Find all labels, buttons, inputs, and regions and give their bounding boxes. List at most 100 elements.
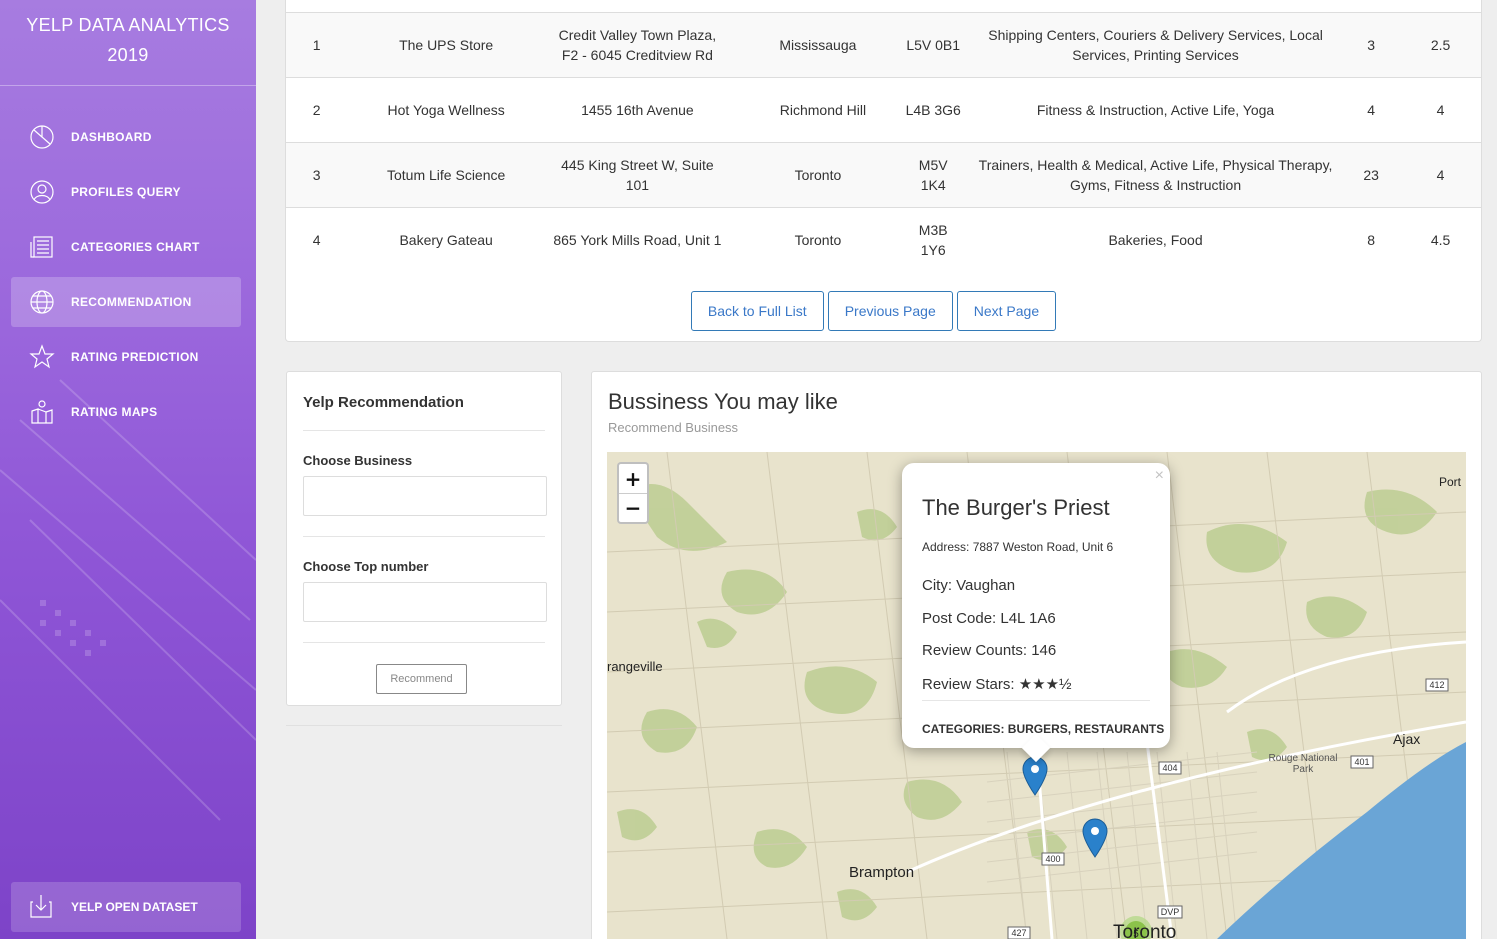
sidebar-item-label: PROFILES QUERY	[71, 185, 181, 199]
globe-icon	[28, 288, 56, 316]
brand-line-1: YELP DATA ANALYTICS	[26, 15, 230, 35]
highway-427-label: 427	[1011, 928, 1026, 938]
categories-cell: Shipping Centers, Couriers & Delivery Se…	[988, 27, 1323, 63]
map-label-port: Port	[1439, 475, 1462, 489]
sidebar-item-recommendation[interactable]: RECOMMENDATION	[11, 277, 241, 327]
city-cell: Toronto	[794, 232, 842, 249]
table-row[interactable]: 2 Hot Yoga Wellness 1455 16th Avenue Ric…	[286, 77, 1481, 143]
postal-cell: L4B 3G6	[905, 102, 961, 118]
map-label-brampton: Brampton	[849, 864, 915, 881]
previous-page-button[interactable]: Previous Page	[827, 291, 953, 331]
popup-address: Address: 7887 Weston Road, Unit 6	[922, 540, 1114, 554]
map-label-ajax: Ajax	[1393, 731, 1421, 747]
pie-chart-icon	[28, 123, 56, 151]
review-count-cell: 8	[1367, 232, 1376, 249]
brand-title: YELP DATA ANALYTICS 2019	[0, 0, 256, 86]
brand-line-2: 2019	[107, 45, 149, 65]
table-row[interactable]: 1 The UPS Store Credit Valley Town Plaza…	[286, 12, 1481, 78]
divider	[286, 725, 562, 726]
zoom-out-button[interactable]: −	[619, 493, 647, 522]
sidebar: YELP DATA ANALYTICS 2019 DASHBOARD PROFI…	[0, 0, 256, 939]
map-icon	[28, 398, 56, 426]
city-cell: Richmond Hill	[779, 102, 867, 118]
sidebar-item-label: RECOMMENDATION	[71, 295, 192, 309]
city-cell: Mississauga	[779, 37, 857, 53]
popup-categories: CATEGORIES: BURGERS, RESTAURANTS	[922, 722, 1165, 736]
top-number-input[interactable]	[303, 582, 547, 622]
categories-cell: Bakeries, Food	[1108, 232, 1203, 249]
review-count-cell: 23	[1363, 167, 1379, 183]
postal-cell: M3B 1Y6	[918, 222, 948, 259]
next-page-button[interactable]: Next Page	[956, 291, 1057, 331]
popup-review-stars: Review Stars: ★★★½	[922, 676, 1072, 693]
stars-cell: 4	[1436, 167, 1445, 183]
map-marker-icon[interactable]	[1082, 818, 1108, 858]
star-icon	[28, 343, 56, 371]
sidebar-item-label: DASHBOARD	[71, 130, 152, 144]
highway-412-label: 412	[1429, 680, 1444, 690]
sidebar-item-categories-chart[interactable]: CATEGORIES CHART	[11, 222, 241, 272]
choose-top-number-label: Choose Top number	[303, 559, 429, 574]
divider	[303, 536, 545, 537]
sidebar-nav: DASHBOARD PROFILES QUERY CATEGORIES CHAR…	[0, 112, 256, 437]
business-table: 1 The UPS Store Credit Valley Town Plaza…	[286, 12, 1481, 273]
stars-cell: 4.5	[1430, 232, 1451, 249]
rank-cell: 2	[312, 102, 321, 118]
business-table-card: 1 The UPS Store Credit Valley Town Plaza…	[285, 0, 1482, 342]
highway-dvp-label: DVP	[1161, 907, 1180, 917]
business-input[interactable]	[303, 476, 547, 516]
form-title: Yelp Recommendation	[303, 394, 464, 411]
table-row[interactable]: 4 Bakery Gateau 865 York Mills Road, Uni…	[286, 207, 1481, 273]
map-label-rouge-park: Rouge National Park	[1268, 753, 1338, 775]
news-icon	[28, 233, 56, 261]
sidebar-item-label: RATING MAPS	[71, 405, 158, 419]
sidebar-item-rating-prediction[interactable]: RATING PREDICTION	[11, 332, 241, 382]
recommendation-form-card: Yelp Recommendation Choose Business Choo…	[286, 371, 562, 706]
rank-cell: 3	[312, 167, 321, 183]
sidebar-item-yelp-open-dataset[interactable]: YELP OPEN DATASET	[11, 882, 241, 932]
recommendation-map[interactable]: 412 404 401 400 DVP 427 5 rangeville Bra…	[607, 452, 1466, 939]
table-row[interactable]: 3 Totum Life Science 445 King Street W, …	[286, 142, 1481, 208]
back-to-full-list-button[interactable]: Back to Full List	[690, 291, 824, 331]
highway-401-label: 401	[1354, 757, 1369, 767]
divider	[922, 700, 1150, 701]
categories-cell: Trainers, Health & Medical, Active Life,…	[978, 157, 1333, 193]
address-cell: 445 King Street W, Suite 101	[561, 157, 714, 193]
name-cell: The UPS Store	[399, 37, 494, 53]
map-card-title: Bussiness You may like	[608, 389, 838, 414]
review-count-cell: 4	[1367, 102, 1376, 118]
address-cell: 865 York Mills Road, Unit 1	[553, 232, 722, 249]
stars-cell: 2.5	[1430, 37, 1451, 53]
map-card-subtitle: Recommend Business	[608, 420, 739, 435]
popup-postcode: Post Code: L4L 1A6	[922, 610, 1056, 627]
map-label-toronto: Toronto	[1113, 922, 1177, 939]
user-icon	[28, 178, 56, 206]
address-cell: 1455 16th Avenue	[581, 102, 694, 118]
highway-400-label: 400	[1045, 854, 1060, 864]
zoom-in-button[interactable]: +	[619, 464, 647, 493]
sidebar-item-rating-maps[interactable]: RATING MAPS	[11, 387, 241, 437]
popup-city: City: Vaughan	[922, 577, 1016, 594]
popup-review-count: Review Counts: 146	[922, 642, 1057, 659]
map-label-orangeville: rangeville	[607, 659, 663, 674]
download-icon	[28, 893, 56, 921]
name-cell: Totum Life Science	[387, 167, 506, 183]
recommend-button[interactable]: Recommend	[376, 664, 467, 694]
city-cell: Toronto	[794, 167, 842, 183]
rank-cell: 1	[312, 37, 321, 53]
sidebar-item-profiles-query[interactable]: PROFILES QUERY	[11, 167, 241, 217]
name-cell: Bakery Gateau	[399, 232, 493, 249]
postal-cell: M5V 1K4	[918, 157, 948, 193]
pagination: Back to Full List Previous Page Next Pag…	[286, 291, 1481, 331]
divider	[303, 430, 545, 431]
zoom-control: + −	[617, 462, 649, 524]
close-icon[interactable]: ×	[1155, 467, 1164, 485]
business-popup: × The Burger's Priest Address: 7887 West…	[902, 463, 1170, 748]
sidebar-item-label: RATING PREDICTION	[71, 350, 199, 364]
highway-404-label: 404	[1162, 763, 1177, 773]
name-cell: Hot Yoga Wellness	[387, 102, 505, 118]
popup-business-name: The Burger's Priest	[922, 495, 1110, 520]
categories-cell: Fitness & Instruction, Active Life, Yoga	[1036, 102, 1275, 118]
postal-cell: L5V 0B1	[906, 37, 961, 53]
sidebar-item-dashboard[interactable]: DASHBOARD	[11, 112, 241, 162]
